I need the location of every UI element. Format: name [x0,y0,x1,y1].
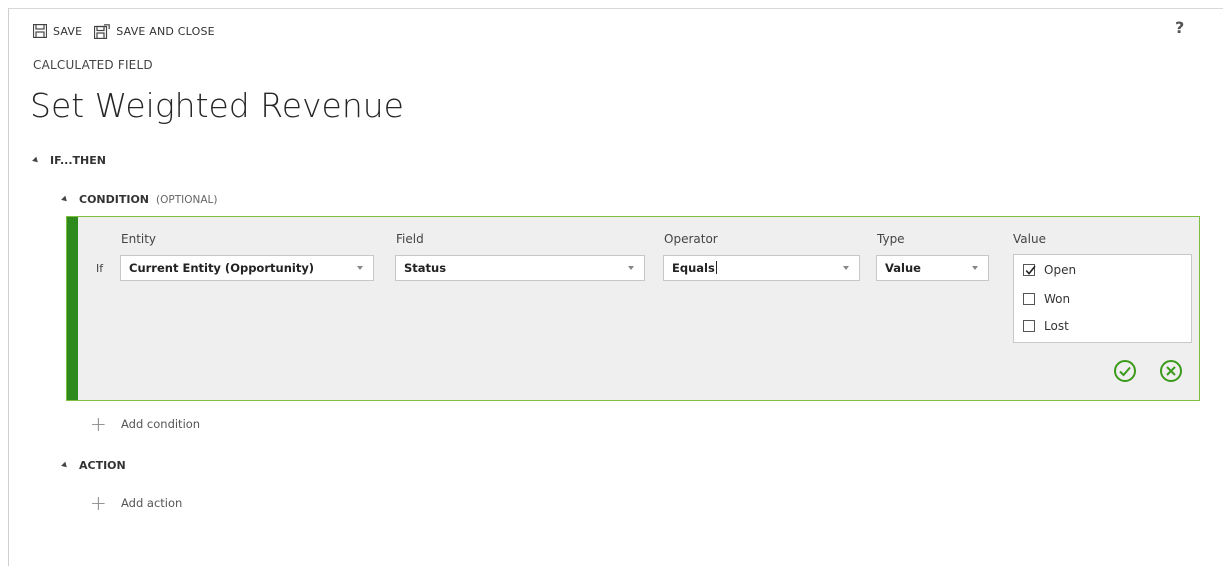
save-and-close-icon [94,23,111,39]
operator-column-label: Operator [664,232,718,246]
condition-label: CONDITION [79,193,150,206]
value-option-label: Won [1044,292,1071,306]
value-option-label: Lost [1044,319,1069,333]
condition-section-toggle[interactable]: CONDITION (OPTIONAL) [61,193,218,206]
checkbox[interactable] [1023,320,1035,332]
plus-icon: + [90,412,107,436]
value-option-label: Open [1044,263,1077,277]
checkmark-icon [1025,265,1036,275]
save-and-close-button[interactable]: SAVE AND CLOSE [94,23,215,39]
chevron-down-icon [843,266,849,270]
chevron-down-icon [628,266,634,270]
add-action-label: Add action [121,496,183,510]
type-column-label: Type [877,232,905,246]
field-column-label: Field [396,232,424,246]
if-then-label: IF...THEN [50,154,106,167]
if-then-section-toggle[interactable]: IF...THEN [32,154,106,167]
if-prefix: If [96,262,104,275]
action-label: ACTION [79,459,126,472]
value-checklist: Open Won Lost [1013,254,1192,343]
action-section-toggle[interactable]: ACTION [61,459,126,472]
operator-dropdown[interactable]: Equals [663,255,860,281]
operator-dropdown-value: Equals [672,261,715,275]
value-option-lost[interactable]: Lost [1023,319,1069,333]
field-dropdown-value: Status [404,261,447,275]
command-bar: SAVE SAVE AND CLOSE [33,20,227,42]
optional-label: (OPTIONAL) [156,193,218,206]
chevron-down-icon [972,266,978,270]
condition-accent-bar [67,217,78,400]
save-button[interactable]: SAVE [33,24,82,38]
page-title: Set Weighted Revenue [30,86,404,125]
type-dropdown-value: Value [885,261,921,275]
entity-dropdown[interactable]: Current Entity (Opportunity) [120,255,374,281]
field-dropdown[interactable]: Status [395,255,645,281]
save-label: SAVE [53,24,83,38]
cancel-condition-icon[interactable] [1159,359,1183,383]
add-condition-label: Add condition [121,417,201,431]
value-option-open[interactable]: Open [1023,263,1076,277]
text-cursor [715,261,717,274]
help-button[interactable]: ? [1175,18,1184,37]
collapse-triangle-icon [61,195,69,204]
save-and-close-label: SAVE AND CLOSE [116,24,215,38]
confirm-condition-icon[interactable] [1113,359,1137,383]
entity-column-label: Entity [121,232,157,246]
value-column-label: Value [1013,232,1046,246]
entity-dropdown-value: Current Entity (Opportunity) [129,261,315,275]
add-action-button[interactable]: + Add action [90,491,183,515]
plus-icon: + [90,491,107,515]
checkbox[interactable] [1023,293,1035,305]
chevron-down-icon [357,266,363,270]
collapse-triangle-icon [61,461,69,470]
page-subtitle: CALCULATED FIELD [33,58,153,72]
add-condition-button[interactable]: + Add condition [90,412,201,436]
collapse-triangle-icon [32,156,40,165]
value-option-won[interactable]: Won [1023,292,1070,306]
save-icon [33,24,47,38]
type-dropdown[interactable]: Value [876,255,989,281]
checkbox-checked[interactable] [1023,264,1036,276]
